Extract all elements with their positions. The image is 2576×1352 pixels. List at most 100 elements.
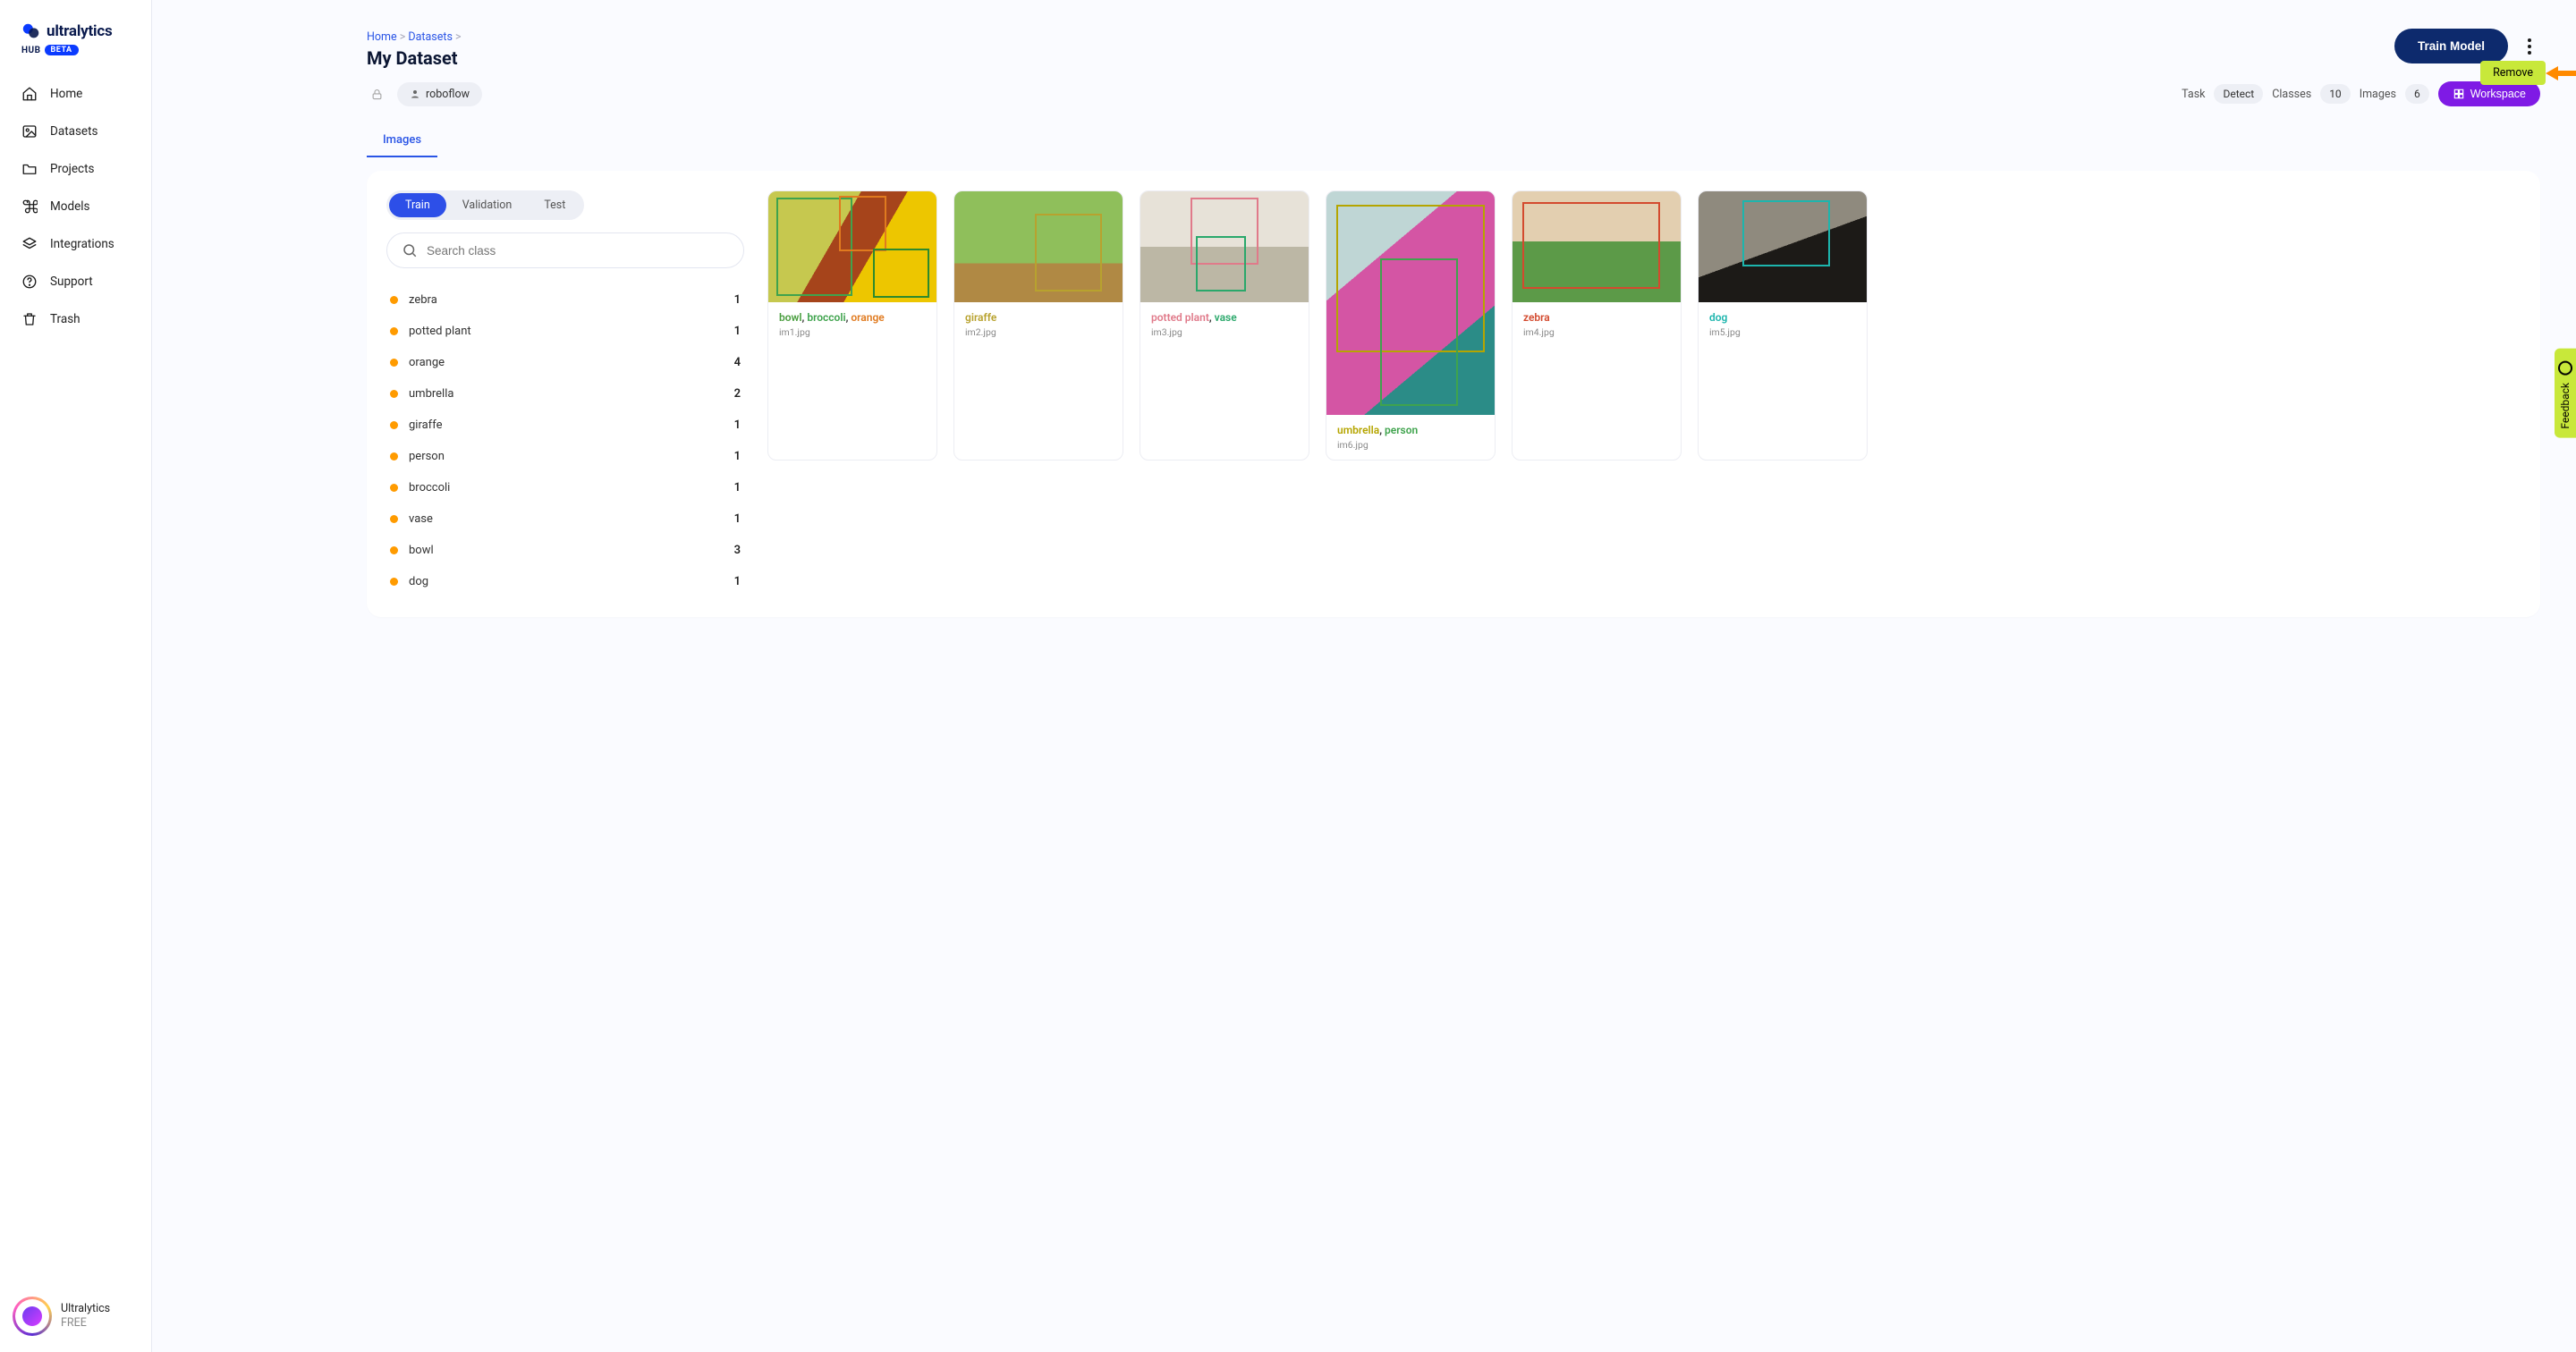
class-name: bowl bbox=[409, 544, 434, 557]
help-icon bbox=[21, 274, 38, 290]
search-input[interactable] bbox=[427, 244, 729, 258]
sidebar-item-label: Datasets bbox=[50, 124, 97, 139]
class-color-dot bbox=[390, 546, 398, 554]
breadcrumb-datasets[interactable]: Datasets bbox=[408, 30, 453, 44]
class-row[interactable]: giraffe1 bbox=[386, 410, 744, 441]
class-name: vase bbox=[409, 512, 433, 526]
sidebar-item-integrations[interactable]: Integrations bbox=[0, 225, 151, 263]
image-filename: im1.jpg bbox=[779, 326, 926, 338]
meta-row: roboflow Task Detect Classes 10 Images 6… bbox=[367, 81, 2540, 106]
workspace-label: Workspace bbox=[2470, 88, 2526, 100]
brand-mark-icon bbox=[21, 21, 41, 41]
sidebar-item-models[interactable]: Models bbox=[0, 188, 151, 225]
classes-panel: Train Validation Test zebra1potted plant… bbox=[386, 190, 744, 597]
class-row[interactable]: broccoli1 bbox=[386, 472, 744, 503]
class-count: 3 bbox=[734, 544, 741, 557]
layers-icon bbox=[21, 236, 38, 252]
breadcrumb-sep: > bbox=[400, 30, 409, 44]
meta-right: Task Detect Classes 10 Images 6 Workspac… bbox=[2182, 81, 2540, 106]
class-color-dot bbox=[390, 296, 398, 304]
image-labels: umbrella, person bbox=[1337, 424, 1484, 436]
sidebar-item-home[interactable]: Home bbox=[0, 75, 151, 113]
class-count: 1 bbox=[734, 418, 741, 432]
sidebar-item-label: Integrations bbox=[50, 237, 114, 251]
class-row[interactable]: umbrella2 bbox=[386, 378, 744, 410]
page-header: Home > Datasets > My Dataset Train Model… bbox=[367, 30, 2540, 69]
class-search[interactable] bbox=[386, 232, 744, 268]
class-name: orange bbox=[409, 356, 445, 369]
home-icon bbox=[21, 86, 38, 102]
image-thumbnail bbox=[1326, 191, 1495, 415]
user-icon bbox=[410, 89, 420, 99]
image-card[interactable]: bowl, broccoli, orange im1.jpg bbox=[767, 190, 937, 461]
sidebar-item-projects[interactable]: Projects bbox=[0, 150, 151, 188]
image-thumbnail bbox=[1140, 191, 1309, 302]
brand-logo[interactable]: ultralytics bbox=[0, 21, 151, 45]
split-validation[interactable]: Validation bbox=[446, 193, 529, 217]
folder-icon bbox=[21, 161, 38, 177]
breadcrumb-home[interactable]: Home bbox=[367, 30, 397, 44]
task-label: Task bbox=[2182, 88, 2205, 101]
smile-icon bbox=[2558, 361, 2572, 376]
sidebar-item-trash[interactable]: Trash bbox=[0, 300, 151, 338]
class-name: potted plant bbox=[409, 325, 471, 338]
tab-images[interactable]: Images bbox=[367, 124, 437, 157]
train-model-button[interactable]: Train Model bbox=[2394, 29, 2508, 63]
image-filename: im3.jpg bbox=[1151, 326, 1298, 338]
class-count: 1 bbox=[734, 325, 741, 338]
image-card[interactable]: potted plant, vase im3.jpg bbox=[1140, 190, 1309, 461]
search-icon bbox=[402, 242, 418, 258]
image-card[interactable]: giraffe im2.jpg bbox=[953, 190, 1123, 461]
class-row[interactable]: bowl 3 bbox=[386, 535, 744, 566]
image-filename: im4.jpg bbox=[1523, 326, 1670, 338]
class-count: 2 bbox=[734, 387, 741, 401]
class-color-dot bbox=[390, 515, 398, 523]
footer-user-text: Ultralytics FREE bbox=[61, 1302, 110, 1331]
brand-name: ultralytics bbox=[47, 22, 113, 40]
owner-pill[interactable]: roboflow bbox=[397, 82, 482, 106]
classes-badge: 10 bbox=[2320, 84, 2351, 104]
sidebar-item-label: Trash bbox=[50, 312, 80, 326]
tab-bar: Images bbox=[367, 124, 2540, 158]
class-count: 1 bbox=[734, 293, 741, 307]
workspace-icon bbox=[2453, 88, 2465, 100]
class-row[interactable]: zebra1 bbox=[386, 284, 744, 316]
split-train[interactable]: Train bbox=[389, 193, 446, 217]
class-color-dot bbox=[390, 327, 398, 335]
sidebar-item-support[interactable]: Support bbox=[0, 263, 151, 300]
remove-menu-item[interactable]: Remove bbox=[2480, 61, 2546, 85]
class-row[interactable]: dog1 bbox=[386, 566, 744, 597]
class-color-dot bbox=[390, 421, 398, 429]
brand-sub-text: HUB bbox=[21, 46, 41, 55]
image-card[interactable]: dog im5.jpg bbox=[1698, 190, 1868, 461]
class-row[interactable]: potted plant 1 bbox=[386, 316, 744, 347]
sidebar-nav: Home Datasets Projects Models Integratio… bbox=[0, 72, 151, 1297]
image-icon bbox=[21, 123, 38, 139]
images-badge: 6 bbox=[2405, 84, 2429, 104]
image-filename: im5.jpg bbox=[1709, 326, 1856, 338]
class-row[interactable]: vase1 bbox=[386, 503, 744, 535]
image-card[interactable]: zebra im4.jpg bbox=[1512, 190, 1682, 461]
task-badge: Detect bbox=[2214, 84, 2263, 104]
image-labels: zebra bbox=[1523, 311, 1670, 324]
sidebar-footer[interactable]: Ultralytics FREE bbox=[0, 1297, 151, 1336]
class-color-dot bbox=[390, 484, 398, 492]
image-filename: im6.jpg bbox=[1337, 439, 1484, 451]
sidebar-item-datasets[interactable]: Datasets bbox=[0, 113, 151, 150]
image-card[interactable]: umbrella, person im6.jpg bbox=[1326, 190, 1496, 461]
class-name: person bbox=[409, 450, 445, 463]
breadcrumb-sep: > bbox=[455, 30, 462, 44]
split-test[interactable]: Test bbox=[528, 193, 581, 217]
main-content: Home > Datasets > My Dataset Train Model… bbox=[152, 0, 2576, 1352]
brand-subtitle: HUB BETA bbox=[0, 45, 151, 72]
class-count: 1 bbox=[734, 575, 741, 588]
feedback-tab[interactable]: Feedback bbox=[2555, 349, 2576, 438]
class-row[interactable]: orange4 bbox=[386, 347, 744, 378]
workspace-button[interactable]: Workspace bbox=[2438, 81, 2540, 106]
class-row[interactable]: person1 bbox=[386, 441, 744, 472]
sidebar: ultralytics HUB BETA Home Datasets Proje… bbox=[0, 0, 152, 1352]
avatar bbox=[13, 1297, 52, 1336]
more-menu-button[interactable]: Remove bbox=[2519, 36, 2540, 57]
beta-badge: BETA bbox=[45, 45, 79, 55]
class-color-dot bbox=[390, 390, 398, 398]
